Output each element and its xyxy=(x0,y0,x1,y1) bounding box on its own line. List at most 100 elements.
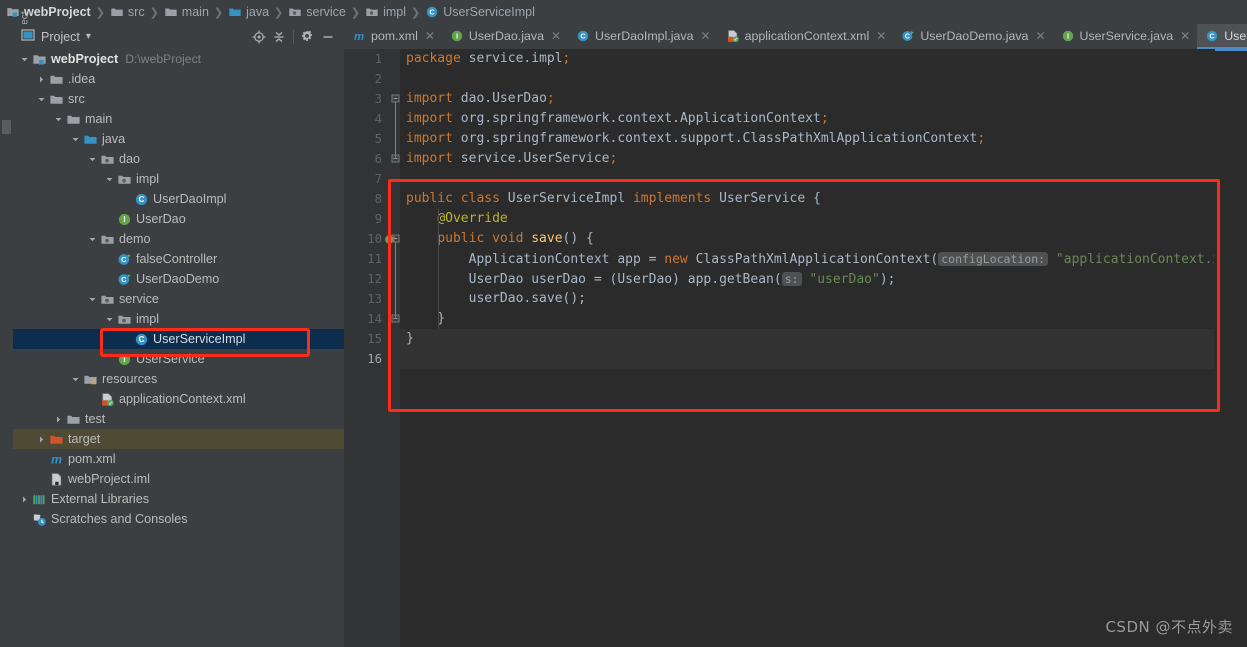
chevron-right-icon[interactable] xyxy=(53,414,64,425)
tree-item-webproject-iml[interactable]: webProject.iml xyxy=(13,469,344,489)
maven-icon: m xyxy=(352,29,366,43)
code-line[interactable] xyxy=(400,69,1215,89)
code-token: ClassPathXmlApplicationContext( xyxy=(695,252,939,267)
code-editor[interactable]: 1 2 3 4 5 6 7 8 9 10 11 12 13 14 15 16 I package service… xyxy=(344,49,1247,647)
tree-item-resources[interactable]: resources xyxy=(13,369,344,389)
chevron-down-icon[interactable] xyxy=(70,134,81,145)
breadcrumb-item-java[interactable]: java xyxy=(226,5,271,19)
project-panel-toolbar: Project ▾ xyxy=(13,24,344,49)
error-stripe-scrollbar[interactable] xyxy=(1214,49,1247,647)
runnable-class-icon: C xyxy=(901,29,915,43)
tree-item-falsecontroller[interactable]: CfalseController xyxy=(13,249,344,269)
editor-tab-userdaoimpl-java[interactable]: C UserDaoImpl.java ✕ xyxy=(568,24,718,49)
chevron-down-icon[interactable] xyxy=(36,94,47,105)
breadcrumb-item-impl[interactable]: impl xyxy=(363,5,408,19)
tree-item-pom-xml[interactable]: m pom.xml xyxy=(13,449,344,469)
breadcrumb-item-src[interactable]: src xyxy=(108,5,147,19)
tree-item-applicationcontext-xml[interactable]: ✓ applicationContext.xml xyxy=(13,389,344,409)
tree-item-demo[interactable]: demo xyxy=(13,229,344,249)
code-line[interactable]: import service.UserService; xyxy=(400,149,1215,169)
tree-item-service[interactable]: service xyxy=(13,289,344,309)
chevron-down-icon[interactable] xyxy=(104,174,115,185)
line-number: 13 xyxy=(367,292,382,306)
chevron-right-icon[interactable] xyxy=(36,74,47,85)
locate-icon[interactable] xyxy=(249,27,269,47)
fold-column[interactable] xyxy=(391,49,400,647)
close-icon[interactable]: ✕ xyxy=(551,29,561,43)
code-line[interactable]: UserDao userDao = (UserDao) app.getBean(… xyxy=(400,269,1215,289)
fold-imports-icon[interactable] xyxy=(391,89,400,109)
code-token: ); xyxy=(879,272,896,287)
code-line[interactable]: public void save() { xyxy=(400,229,1215,249)
editor-tab-userservice-java[interactable]: I UserService.java ✕ xyxy=(1053,24,1198,49)
tree-item-webproject[interactable]: webProject D:\webProject xyxy=(13,49,344,69)
code-line[interactable]: } xyxy=(400,329,1215,349)
collapse-all-icon[interactable] xyxy=(269,27,289,47)
tree-item-userserviceimpl[interactable]: C UserServiceImpl xyxy=(13,329,344,349)
tree-item-userdao[interactable]: I UserDao xyxy=(13,209,344,229)
chevron-right-icon[interactable] xyxy=(36,434,47,445)
chevron-down-icon[interactable] xyxy=(19,54,30,65)
code-token: () { xyxy=(562,231,594,246)
tree-item-label: main xyxy=(85,112,113,126)
chevron-down-icon[interactable] xyxy=(70,374,81,385)
tree-item-userdaodemo[interactable]: C UserDaoDemo xyxy=(13,269,344,289)
code-line[interactable] xyxy=(400,349,1215,369)
tree-item-test[interactable]: test xyxy=(13,409,344,429)
editor-tab-userdaodemo-java[interactable]: C UserDaoDemo.java ✕ xyxy=(893,24,1052,49)
tree-item-impl[interactable]: impl xyxy=(13,309,344,329)
tree-item-impl[interactable]: impl xyxy=(13,169,344,189)
close-icon[interactable]: ✕ xyxy=(876,29,886,43)
tree-item-dao[interactable]: dao xyxy=(13,149,344,169)
chevron-down-icon[interactable] xyxy=(87,154,98,165)
implementing-method-icon[interactable]: I xyxy=(383,229,397,249)
code-line[interactable]: ApplicationContext app = new ClassPathXm… xyxy=(400,249,1215,269)
editor-tab-applicationcontext-xml[interactable]: ✓ applicationContext.xml ✕ xyxy=(718,24,894,49)
code-line[interactable]: import org.springframework.context.Appli… xyxy=(400,109,1215,129)
close-icon[interactable]: ✕ xyxy=(1180,29,1190,43)
editor-tab-userdao-java[interactable]: I UserDao.java ✕ xyxy=(442,24,568,49)
line-number: 5 xyxy=(374,132,382,146)
settings-gear-icon[interactable] xyxy=(298,27,318,47)
editor-gutter[interactable]: 1 2 3 4 5 6 7 8 9 10 11 12 13 14 15 16 I xyxy=(344,49,400,647)
breadcrumb-item-main[interactable]: main xyxy=(162,5,211,19)
code-line[interactable]: userDao.save(); xyxy=(400,289,1215,309)
code-line[interactable]: public class UserServiceImpl implements … xyxy=(400,189,1215,209)
code-content[interactable]: package service.impl; import dao.UserDao… xyxy=(400,49,1215,647)
breadcrumb-item-label: UserServiceImpl xyxy=(443,5,535,19)
code-line[interactable]: import org.springframework.context.suppo… xyxy=(400,129,1215,149)
tree-item-external-libraries[interactable]: External Libraries xyxy=(13,489,344,509)
chevron-down-icon[interactable] xyxy=(53,114,64,125)
code-line[interactable]: import dao.UserDao; xyxy=(400,89,1215,109)
project-tree[interactable]: webProject D:\webProject .idea src main java d… xyxy=(13,49,344,647)
chevron-down-icon[interactable]: ▾ xyxy=(86,31,91,42)
tree-item-target[interactable]: target xyxy=(13,429,344,449)
tree-item-userdaoimpl[interactable]: C UserDaoImpl xyxy=(13,189,344,209)
breadcrumb-item-webproject[interactable]: webProject xyxy=(4,5,93,19)
close-icon[interactable]: ✕ xyxy=(425,29,435,43)
tree-item-main[interactable]: main xyxy=(13,109,344,129)
code-line[interactable]: @Override xyxy=(400,209,1215,229)
code-line[interactable]: } xyxy=(400,309,1215,329)
chevron-down-icon[interactable] xyxy=(87,294,98,305)
runnable-class-icon: C xyxy=(116,271,132,287)
breadcrumb-item-service[interactable]: service xyxy=(286,5,348,19)
editor-tab-pom-xml[interactable]: m pom.xml ✕ xyxy=(344,24,442,49)
tree-item--idea[interactable]: .idea xyxy=(13,69,344,89)
editor-tab-bar[interactable]: m pom.xml ✕ I UserDao.java ✕ C UserDaoImpl.java… xyxy=(344,24,1247,49)
chevron-right-icon[interactable] xyxy=(19,494,30,505)
code-line[interactable] xyxy=(400,169,1215,189)
tree-item-scratches-and-consoles[interactable]: Scratches and Consoles xyxy=(13,509,344,529)
chevron-down-icon[interactable] xyxy=(87,234,98,245)
tree-item-java[interactable]: java xyxy=(13,129,344,149)
hide-panel-icon[interactable] xyxy=(318,27,338,47)
close-icon[interactable]: ✕ xyxy=(1035,29,1045,43)
project-panel-title-group[interactable]: Project ▾ xyxy=(21,28,91,45)
tree-item-userservice[interactable]: I UserService xyxy=(13,349,344,369)
close-icon[interactable]: ✕ xyxy=(701,29,711,43)
chevron-down-icon[interactable] xyxy=(104,314,115,325)
breadcrumb-item-userserviceimpl[interactable]: C UserServiceImpl xyxy=(423,5,537,19)
editor-tab-userserviceimpl-java[interactable]: CUserServiceImpl.java✕ xyxy=(1197,24,1247,49)
code-line[interactable]: package service.impl; xyxy=(400,49,1215,69)
tree-item-src[interactable]: src xyxy=(13,89,344,109)
